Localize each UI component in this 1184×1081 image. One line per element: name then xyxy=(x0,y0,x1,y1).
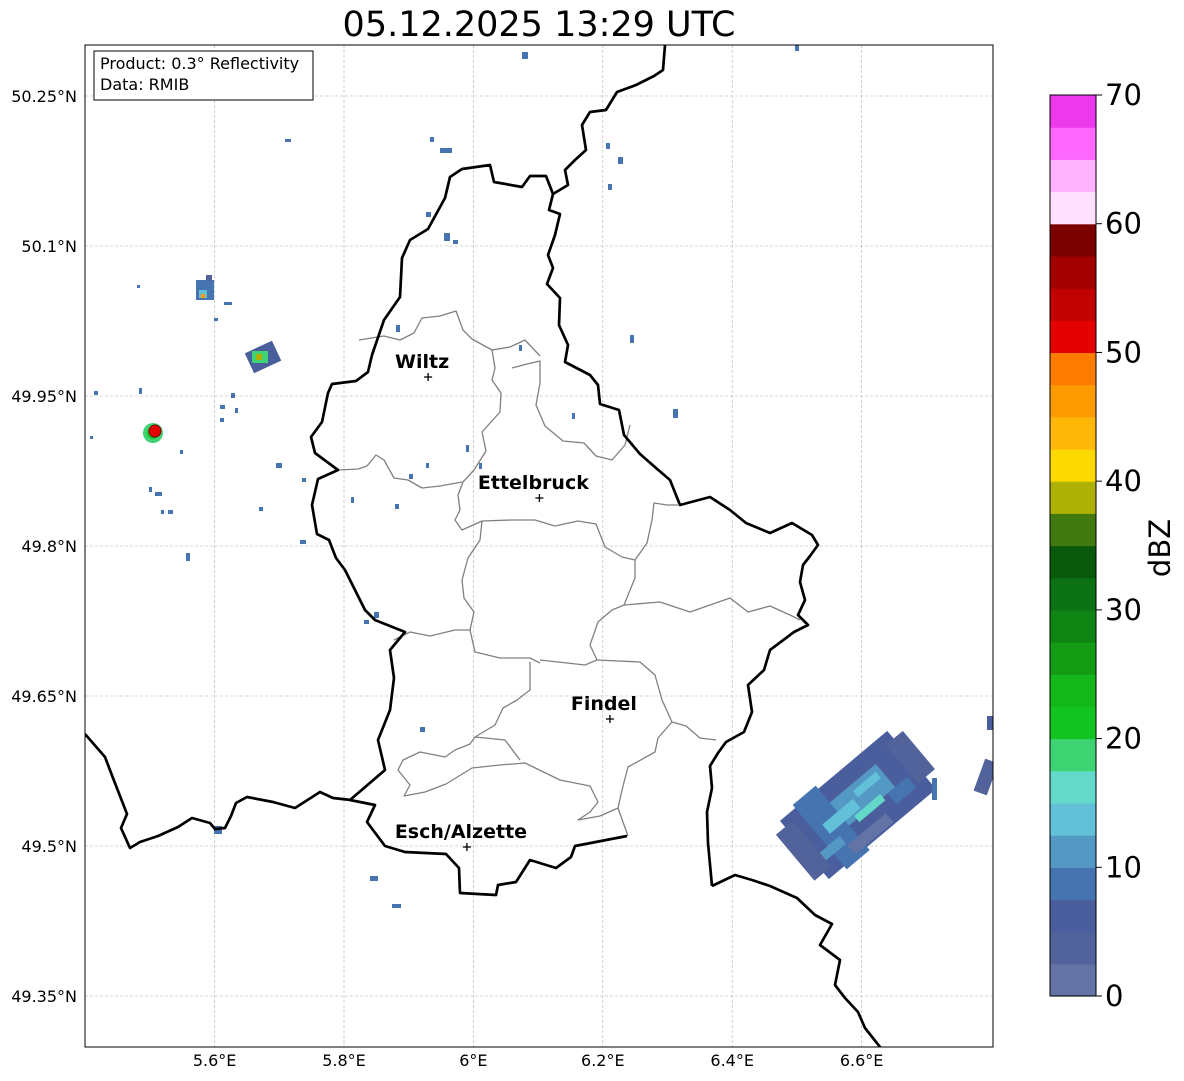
colorbar-segment xyxy=(1050,609,1096,643)
lat-tick-label: 49.95°N xyxy=(11,387,77,406)
colorbar-tick-label: 50 xyxy=(1105,335,1142,369)
lat-tick-label: 49.65°N xyxy=(11,687,77,706)
colorbar-tick-label: 70 xyxy=(1105,78,1142,112)
colorbar-segment xyxy=(1050,320,1096,354)
city-label: Ettelbruck xyxy=(478,472,589,494)
info-box: Product: 0.3° Reflectivity Data: RMIB xyxy=(93,50,314,101)
lon-tick-label: 6.4°E xyxy=(710,1051,754,1070)
colorbar-segment xyxy=(1050,255,1096,289)
city-label: Esch/Alzette xyxy=(395,821,527,843)
radar-map: Wiltz Ettelbruck Findel Esch/Alzette 50.25°… xyxy=(11,44,1177,1070)
colorbar-segment xyxy=(1050,191,1096,225)
colorbar-segment xyxy=(1050,931,1096,965)
lat-tick-label: 50.1°N xyxy=(21,237,77,256)
colorbar-segment xyxy=(1050,352,1096,386)
colorbar-segment xyxy=(1050,899,1096,933)
lon-tick-label: 6.6°E xyxy=(840,1051,884,1070)
colorbar-segment xyxy=(1050,127,1096,160)
latitude-labels: 50.25°N 50.1°N 49.95°N 49.8°N 49.65°N 49.5°N 4… xyxy=(11,87,77,1006)
lat-tick-label: 49.8°N xyxy=(21,537,77,556)
colorbar-segment xyxy=(1050,738,1096,772)
colorbar-tick-label: 20 xyxy=(1105,722,1142,756)
city-label: Wiltz xyxy=(395,351,449,373)
colorbar-tick-label: 60 xyxy=(1105,207,1142,241)
colorbar-segment xyxy=(1050,835,1096,868)
lat-tick-label: 49.35°N xyxy=(11,987,77,1006)
colorbar-segment xyxy=(1050,223,1096,257)
colorbar-segment xyxy=(1050,288,1096,321)
lon-tick-label: 5.6°E xyxy=(193,1051,237,1070)
info-product: Product: 0.3° Reflectivity xyxy=(100,54,299,73)
colorbar-label: dBZ xyxy=(1143,519,1177,577)
colorbar-segment xyxy=(1050,706,1096,740)
colorbar-tick-label: 30 xyxy=(1105,593,1142,627)
echo-edge-east-2 xyxy=(987,716,993,730)
info-source: Data: RMIB xyxy=(100,75,189,94)
colorbar-segment xyxy=(1050,95,1096,128)
colorbar-segment xyxy=(1050,159,1096,193)
colorbar-segment xyxy=(1050,448,1096,482)
echo-radar-site xyxy=(143,423,163,443)
colorbar-tick-label: 40 xyxy=(1105,464,1142,498)
colorbar-segment xyxy=(1050,416,1096,450)
colorbar-segment xyxy=(1050,867,1096,901)
colorbar-segment xyxy=(1050,802,1096,836)
colorbar-tick-label: 10 xyxy=(1105,850,1142,884)
colorbar-segment xyxy=(1050,481,1096,514)
lon-tick-label: 5.8°E xyxy=(322,1051,366,1070)
lat-tick-label: 50.25°N xyxy=(11,87,77,106)
colorbar-segment xyxy=(1050,384,1096,418)
colorbar-segment xyxy=(1050,545,1096,579)
lon-tick-label: 6.2°E xyxy=(581,1051,625,1070)
longitude-labels: 5.6°E 5.8°E 6°E 6.2°E 6.4°E 6.6°E xyxy=(193,1051,884,1070)
lat-tick-label: 49.5°N xyxy=(21,837,77,856)
colorbar-segment xyxy=(1050,513,1096,547)
colorbar: 0 10 20 30 40 50 60 70 xyxy=(1049,78,1142,1013)
colorbar-segment xyxy=(1050,674,1096,707)
colorbar-segment xyxy=(1050,963,1096,997)
city-label: Findel xyxy=(571,693,637,715)
colorbar-segment xyxy=(1050,770,1096,804)
colorbar-segment xyxy=(1050,642,1096,675)
lon-tick-label: 6°E xyxy=(459,1051,487,1070)
colorbar-tick-label: 0 xyxy=(1105,979,1123,1013)
colorbar-segment xyxy=(1050,577,1096,611)
